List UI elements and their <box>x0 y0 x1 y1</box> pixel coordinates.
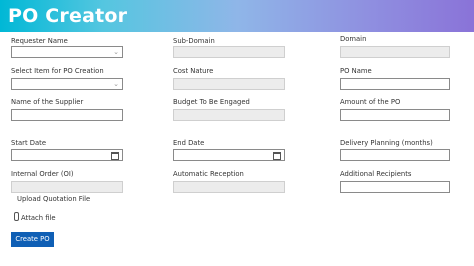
attach-file-label: Attach file <box>21 214 56 222</box>
po-amount-label: Amount of the PO <box>340 98 401 106</box>
app-title: PO Creator <box>8 5 128 27</box>
cost-nature-label: Cost Nature <box>173 67 214 75</box>
end-date-label: End Date <box>173 139 205 147</box>
end-date-picker[interactable] <box>173 149 285 161</box>
upload-quotation-label: Upload Quotation File <box>17 195 91 203</box>
additional-recipients-label: Additional Recipients <box>340 170 412 178</box>
supplier-name-label: Name of the Supplier <box>11 98 84 106</box>
select-item-label: Select Item for PO Creation <box>11 67 104 75</box>
start-date-label: Start Date <box>11 139 47 147</box>
requester-name-label: Requester Name <box>11 37 68 45</box>
select-item-dropdown[interactable]: ⌄ <box>11 78 123 90</box>
budget-engaged-label: Budget To Be Engaged <box>173 98 250 106</box>
cost-nature-field <box>173 78 285 90</box>
sub-domain-field <box>173 46 285 58</box>
additional-recipients-input[interactable] <box>340 181 450 193</box>
chevron-down-icon: ⌄ <box>113 48 119 56</box>
attach-file-link[interactable]: Attach file <box>14 212 56 223</box>
po-name-label: PO Name <box>340 67 372 75</box>
calendar-icon <box>111 152 119 160</box>
po-creator-page: PO Creator Requester Name ⌄ Sub-Domain D… <box>0 0 474 266</box>
supplier-name-input[interactable] <box>11 109 123 121</box>
create-po-button[interactable]: Create PO <box>11 232 54 247</box>
calendar-icon <box>273 152 281 160</box>
domain-label: Domain <box>340 35 367 43</box>
paperclip-icon <box>14 212 19 221</box>
chevron-down-icon: ⌄ <box>113 80 119 88</box>
po-amount-input[interactable] <box>340 109 450 121</box>
automatic-reception-field <box>173 181 285 193</box>
delivery-planning-input[interactable] <box>340 149 450 161</box>
delivery-planning-label: Delivery Planning (months) <box>340 139 433 147</box>
requester-name-dropdown[interactable]: ⌄ <box>11 46 123 58</box>
internal-order-field <box>11 181 123 193</box>
start-date-picker[interactable] <box>11 149 123 161</box>
sub-domain-label: Sub-Domain <box>173 37 215 45</box>
internal-order-label: Internal Order (OI) <box>11 170 74 178</box>
po-name-input[interactable] <box>340 78 450 90</box>
budget-engaged-field <box>173 109 285 121</box>
domain-field <box>340 46 450 58</box>
app-header: PO Creator <box>0 0 474 32</box>
automatic-reception-label: Automatic Reception <box>173 170 244 178</box>
